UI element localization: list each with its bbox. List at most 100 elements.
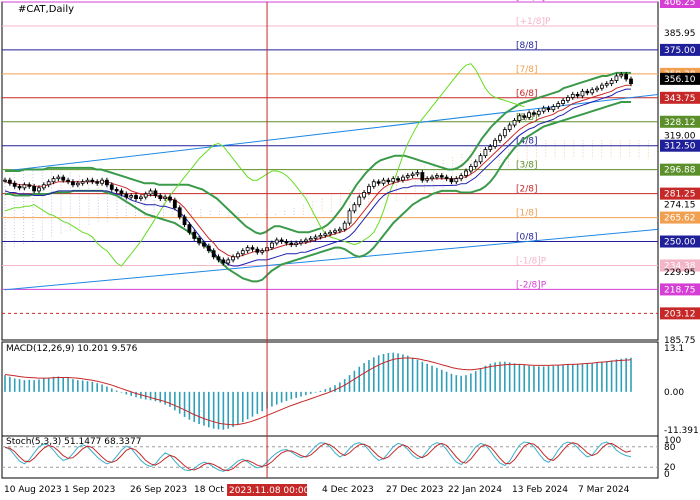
candle-body — [599, 84, 604, 89]
candle-body — [342, 222, 347, 230]
candle-body — [269, 242, 274, 249]
candle-body — [41, 184, 46, 189]
price-axis-tick: 185.75 — [664, 336, 696, 346]
candle-body — [211, 250, 216, 258]
price-axis-tick: 385.95 — [664, 29, 696, 39]
murrey-level-label: [+2/8]P — [516, 0, 551, 3]
candle-body — [303, 239, 308, 242]
candle-body — [27, 184, 32, 187]
candle-body — [541, 107, 546, 112]
candle-body — [313, 236, 318, 239]
chart-canvas: [+2/8]P[+1/8]P[8/8][7/8][6/8][5/8][4/8][… — [0, 0, 700, 500]
candle-body — [318, 234, 323, 238]
candle-body — [308, 238, 313, 241]
price-axis-tick: 203.12 — [664, 309, 696, 319]
candle-body — [105, 179, 109, 186]
candle-body — [90, 179, 95, 183]
candle-body — [483, 149, 488, 157]
candle-body — [71, 181, 75, 186]
candle-body — [221, 259, 226, 264]
candle-body — [517, 115, 522, 121]
x-axis-label: 1 Sep 2023 — [64, 485, 115, 495]
candle-body — [182, 216, 187, 226]
murrey-level-label: [2/8] — [516, 185, 538, 195]
murrey-level-label: [8/8] — [516, 41, 538, 51]
candle-body — [153, 190, 158, 196]
candle-body — [556, 103, 561, 108]
price-axis-tick: 406.25 — [664, 0, 696, 8]
candle-body — [187, 224, 192, 233]
price-axis-tick: 296.88 — [664, 166, 696, 176]
murrey-level-label: [7/8] — [516, 65, 538, 75]
candle-body — [138, 196, 143, 199]
murrey-level-label: [1/8] — [516, 209, 538, 219]
candle-body — [119, 190, 124, 195]
murrey-level-label: [-2/8]P — [516, 280, 547, 290]
candle-body — [75, 182, 80, 186]
candle-body — [279, 239, 284, 242]
candle-body — [226, 259, 231, 264]
x-axis-label: 13 Feb 2024 — [512, 485, 568, 495]
x-highlight-label: 2023.11.08 00:00 — [229, 486, 310, 496]
candle-body — [434, 175, 439, 178]
candle-body — [46, 181, 51, 186]
candle-body — [396, 178, 400, 181]
candle-body — [231, 256, 235, 261]
candle-body — [473, 161, 478, 167]
candle-body — [333, 230, 337, 233]
candle-body — [444, 176, 449, 180]
candle-body — [566, 97, 570, 101]
candle-body — [143, 193, 148, 198]
stoch-label: Stoch(5,3,3) 51.1477 68.3377 — [6, 437, 141, 447]
macd-label: MACD(12,26,9) 10.201 9.576 — [6, 344, 138, 354]
candle-body — [12, 182, 17, 187]
price-axis-tick: 229.95 — [664, 268, 696, 278]
stoch-axis-tick: 80 — [664, 443, 676, 453]
candle-body — [7, 179, 12, 184]
candle-body — [386, 179, 391, 183]
x-axis-label: 7 Mar 2024 — [578, 485, 630, 495]
candle-body — [507, 124, 512, 131]
candle-body — [454, 178, 459, 183]
candle-body — [502, 129, 507, 137]
candle-body — [260, 250, 265, 253]
candle-body — [85, 179, 90, 183]
candle-body — [570, 93, 575, 98]
candle-body — [168, 196, 172, 201]
candle-body — [323, 233, 328, 236]
candle-body — [609, 80, 614, 85]
candle-body — [177, 207, 182, 218]
candle-body — [255, 248, 260, 253]
candle-body — [405, 175, 410, 178]
x-axis-label: 4 Dec 2023 — [322, 485, 374, 495]
candle-body — [66, 179, 70, 183]
x-axis-label: 27 Dec 2023 — [386, 485, 444, 495]
candle-body — [337, 228, 342, 232]
candle-body — [274, 239, 279, 244]
candle-body — [95, 181, 100, 184]
candle-body — [172, 199, 177, 209]
candle-body — [114, 188, 119, 192]
candle-body — [595, 87, 599, 91]
candle-body — [134, 195, 138, 199]
candle-body — [284, 241, 289, 244]
candle-body — [401, 176, 405, 181]
candle-body — [614, 75, 619, 81]
candle-body — [536, 110, 541, 115]
candle-body — [561, 100, 565, 104]
candle-body — [464, 170, 468, 176]
candle-body — [61, 176, 66, 181]
candle-body — [240, 250, 245, 255]
candle-body — [551, 106, 556, 111]
candle-body — [362, 192, 367, 198]
candle-body — [619, 74, 624, 77]
candle-body — [381, 179, 386, 184]
candle-body — [604, 83, 609, 86]
candle-body — [51, 178, 56, 183]
candle-body — [488, 146, 493, 150]
candle-body — [245, 247, 250, 252]
candle-body — [575, 93, 580, 97]
price-axis-tick: 274.15 — [664, 200, 696, 210]
candle-body — [522, 115, 527, 118]
x-axis-label: 22 Jan 2024 — [448, 485, 502, 495]
